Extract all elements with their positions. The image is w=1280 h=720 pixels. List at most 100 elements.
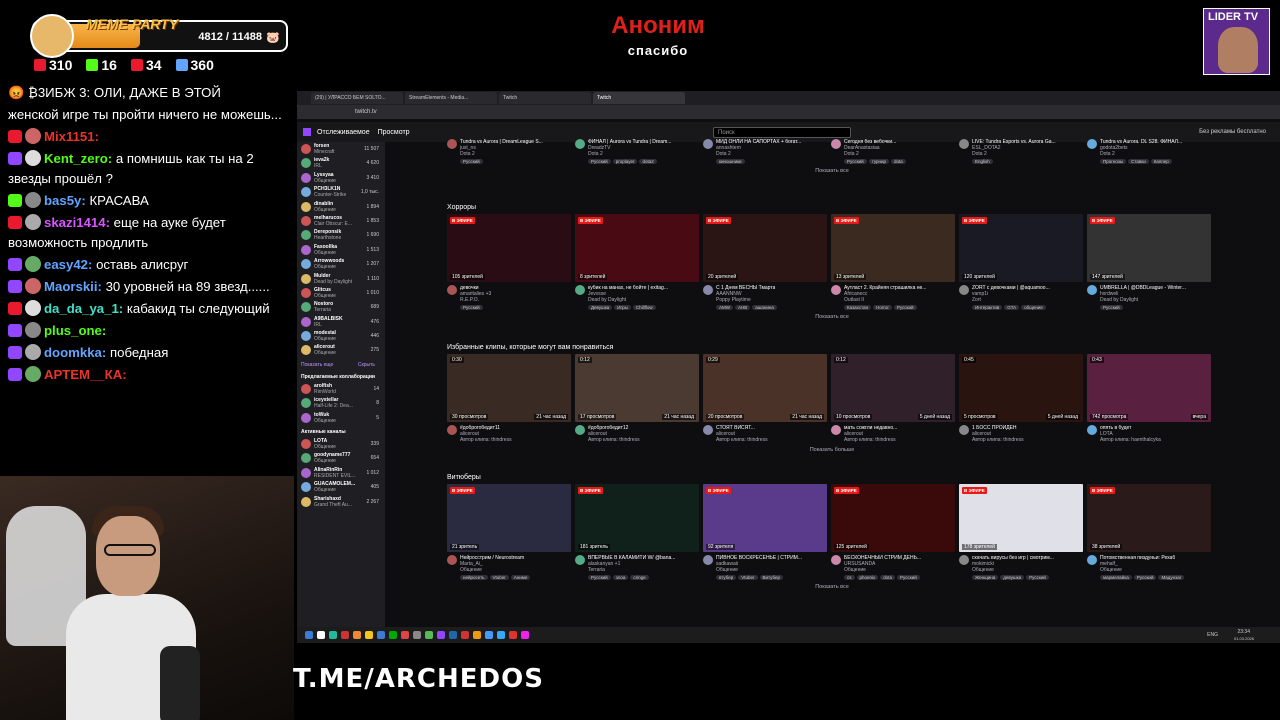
tag[interactable]: Ставки xyxy=(1128,159,1149,164)
thumbnail[interactable]: 0:12 17 просмотров 21 час назад xyxy=(575,354,699,422)
taskbar-app-icon[interactable] xyxy=(509,631,517,639)
sidebar-channel[interactable]: Glitcus Общение 1 010 xyxy=(297,286,385,300)
tag[interactable]: Русский xyxy=(588,159,611,164)
stream-card[interactable]: В ЭФИРЕ 181 зритель ВПЕРВЫЕ В КАЛАМИТИ W/ … xyxy=(575,484,699,580)
sidebar-channel[interactable]: goodyname777 Общение 654 xyxy=(297,451,385,465)
show-all-link[interactable]: Показать все xyxy=(447,314,1217,320)
sidebar-channel[interactable]: AlinaRinRin RESIDENT EVIL... 1 012 xyxy=(297,466,385,480)
sidebar-channel[interactable]: PCH3LK1N Counter-Strike 1,0 тыс. xyxy=(297,185,385,199)
sidebar-channel[interactable]: alicerout Общение 275 xyxy=(297,343,385,357)
thumbnail[interactable]: В ЭФИРЕ 8 зрителей xyxy=(575,214,699,282)
stream-card[interactable]: В ЭФИРЕ 178 зрителей скачать вирусы без иг… xyxy=(959,484,1083,580)
tag[interactable]: AMW xyxy=(716,305,733,310)
thumbnail[interactable]: В ЭФИРЕ 92 зрителя xyxy=(703,484,827,552)
tag[interactable]: cs xyxy=(844,575,855,580)
taskbar-app-icon[interactable] xyxy=(389,631,397,639)
thumbnail[interactable]: В ЭФИРЕ 125 зрителей xyxy=(831,484,955,552)
sidebar-channel[interactable]: Sharishaxd Grand Theft Au... 2 267 xyxy=(297,495,385,509)
tag[interactable]: Витубер xyxy=(759,575,783,580)
tag[interactable]: втубер xyxy=(716,575,737,580)
tag[interactable]: dota2 xyxy=(639,159,657,164)
tag[interactable]: киношники xyxy=(716,159,745,164)
card-game[interactable]: Общение xyxy=(460,567,524,573)
stream-card[interactable]: Сегодня без вебочки... DearAnastasiaa Dota… xyxy=(831,136,955,164)
card-game[interactable]: Dead by Daylight xyxy=(1100,297,1186,303)
taskbar-app-icon[interactable] xyxy=(449,631,457,639)
taskbar-app-icon[interactable] xyxy=(473,631,481,639)
tag[interactable]: ашанина xyxy=(752,305,777,310)
stream-card[interactable]: ФИНАЛ | Aurora vs Tundra | Dream... Dread… xyxy=(575,136,699,164)
card-game[interactable]: Dota 2 xyxy=(716,151,801,157)
taskbar-app-icon[interactable] xyxy=(461,631,469,639)
thumbnail[interactable]: В ЭФИРЕ 178 зрителей xyxy=(959,484,1083,552)
stream-card[interactable]: В ЭФИРЕ 21 зритель Нейросстрим / Neurostre… xyxy=(447,484,571,580)
tag[interactable]: Женщина xyxy=(972,575,999,580)
stream-card[interactable]: В ЭФИРЕ 92 зрителя ПИВНОЕ ВОСКРЕСЕНЬЕ | СТ… xyxy=(703,484,827,580)
tag[interactable]: Русский xyxy=(460,159,483,164)
tag[interactable]: Русский xyxy=(460,305,483,310)
tag[interactable]: Казахстан xyxy=(844,305,872,310)
tag[interactable]: Девушка xyxy=(588,305,613,310)
thumbnail[interactable]: В ЭФИРЕ 105 зрителей xyxy=(447,214,571,282)
thumbnail[interactable]: В ЭФИРЕ 13 зрителей xyxy=(831,214,955,282)
stream-card[interactable]: 0:30 30 просмотров 21 час назад #доброгобед… xyxy=(447,354,571,443)
sidebar-channel[interactable]: ieva2k IRL 4 620 xyxy=(297,156,385,170)
taskbar-app-icon[interactable] xyxy=(425,631,433,639)
card-game[interactable]: Zort xyxy=(972,297,1050,303)
tag[interactable]: Русский xyxy=(1133,575,1157,580)
sidebar-channel[interactable]: Fasoollka Общение 1 513 xyxy=(297,243,385,257)
stream-card[interactable]: 0:43 742 просмотра вчера опять в будет LOTA А… xyxy=(1087,354,1211,443)
sidebar-channel[interactable]: LOTA Общение 339 xyxy=(297,437,385,451)
show-more-link[interactable]: Показать еще xyxy=(301,362,333,368)
card-game[interactable]: Общение xyxy=(716,567,802,573)
sidebar-channel[interactable]: Nostoro Terraria 689 xyxy=(297,300,385,314)
stream-card[interactable]: В ЭФИРЕ 105 зрителей девочки amaritalies +3… xyxy=(447,214,571,310)
tag[interactable]: Vtuber xyxy=(738,575,758,580)
thumbnail[interactable]: 0:29 20 просмотров 21 час назад xyxy=(703,354,827,422)
card-game[interactable]: Dead by Daylight xyxy=(588,297,668,303)
card-game[interactable]: Dota 2 xyxy=(844,151,896,157)
thumbnail[interactable]: В ЭФИРЕ 21 зритель xyxy=(447,484,571,552)
sidebar-channel[interactable]: iceystellar Half-Life 2: Dea... 8 xyxy=(297,396,385,410)
stream-card[interactable]: МИД ОНЛИ НА САПОРТАХ + богат... annashter… xyxy=(703,136,827,164)
sidebar-channel[interactable]: dinablin Общение 1 894 xyxy=(297,200,385,214)
tag[interactable]: English xyxy=(972,159,993,164)
tag[interactable]: GTA xyxy=(1004,305,1020,310)
card-game[interactable]: Dota 2 xyxy=(1100,151,1182,157)
stream-card[interactable]: 0:12 10 просмотров 5 дней назад мать сожгли… xyxy=(831,354,955,443)
thumbnail[interactable]: 0:45 5 просмотров 5 дней назад xyxy=(959,354,1083,422)
tag[interactable]: dota xyxy=(891,159,906,164)
thumbnail[interactable]: В ЭФИРЕ 120 зрителей xyxy=(959,214,1083,282)
sidebar-channel[interactable]: forsen Minecraft 11 507 xyxy=(297,142,385,156)
thumbnail[interactable]: 0:43 742 просмотра вчера xyxy=(1087,354,1211,422)
sidebar-channel[interactable]: GUACAMOLEM... Общение 405 xyxy=(297,480,385,494)
tag[interactable]: девушка xyxy=(1000,575,1025,580)
show-all-link[interactable]: Показать больше xyxy=(447,447,1217,453)
tag[interactable]: Мадунзаг xyxy=(1158,575,1185,580)
tag[interactable]: Русский xyxy=(1100,305,1123,310)
thumbnail[interactable]: В ЭФИРЕ 38 зрителей xyxy=(1087,484,1211,552)
taskbar-app-icon[interactable] xyxy=(365,631,373,639)
tag[interactable]: phoenix xyxy=(856,575,879,580)
card-game[interactable]: Terraria xyxy=(588,567,675,573)
address-bar[interactable]: twitch.tv xyxy=(297,105,1280,119)
taskbar-app-icon[interactable] xyxy=(521,631,529,639)
show-all-link[interactable]: Показать все xyxy=(447,584,1217,590)
tag[interactable]: злоа xyxy=(612,575,629,580)
sidebar-channel[interactable]: Mulder Dead by Daylight 1 110 xyxy=(297,272,385,286)
show-all-link[interactable]: Показать все xyxy=(447,168,1217,174)
tag[interactable]: cringe xyxy=(630,575,649,580)
sidebar-channel[interactable]: Lyssyaa Общение 3 410 xyxy=(297,171,385,185)
taskbar-app-icon[interactable] xyxy=(485,631,493,639)
thumbnail[interactable]: В ЭФИРЕ 147 зрителей xyxy=(1087,214,1211,282)
card-game[interactable]: Dota 2 xyxy=(972,151,1056,157)
tag[interactable]: общение xyxy=(1021,305,1046,310)
card-game[interactable]: Общение xyxy=(1100,567,1175,573)
stream-card[interactable]: В ЭФИРЕ 13 зрителей Аутласт 2. Крайняя стр… xyxy=(831,214,955,310)
stream-card[interactable]: 0:29 20 просмотров 21 час назад СТОЯТ ВИСЯТ… xyxy=(703,354,827,443)
browser-tab[interactable]: StreamElements - Media... xyxy=(405,92,497,104)
tag[interactable]: Аниме xyxy=(510,575,531,580)
sidebar-channel[interactable]: arolfish RimWorld 14 xyxy=(297,382,385,396)
thumbnail[interactable]: 0:12 10 просмотров 5 дней назад xyxy=(831,354,955,422)
card-game[interactable]: Общение xyxy=(972,567,1054,573)
